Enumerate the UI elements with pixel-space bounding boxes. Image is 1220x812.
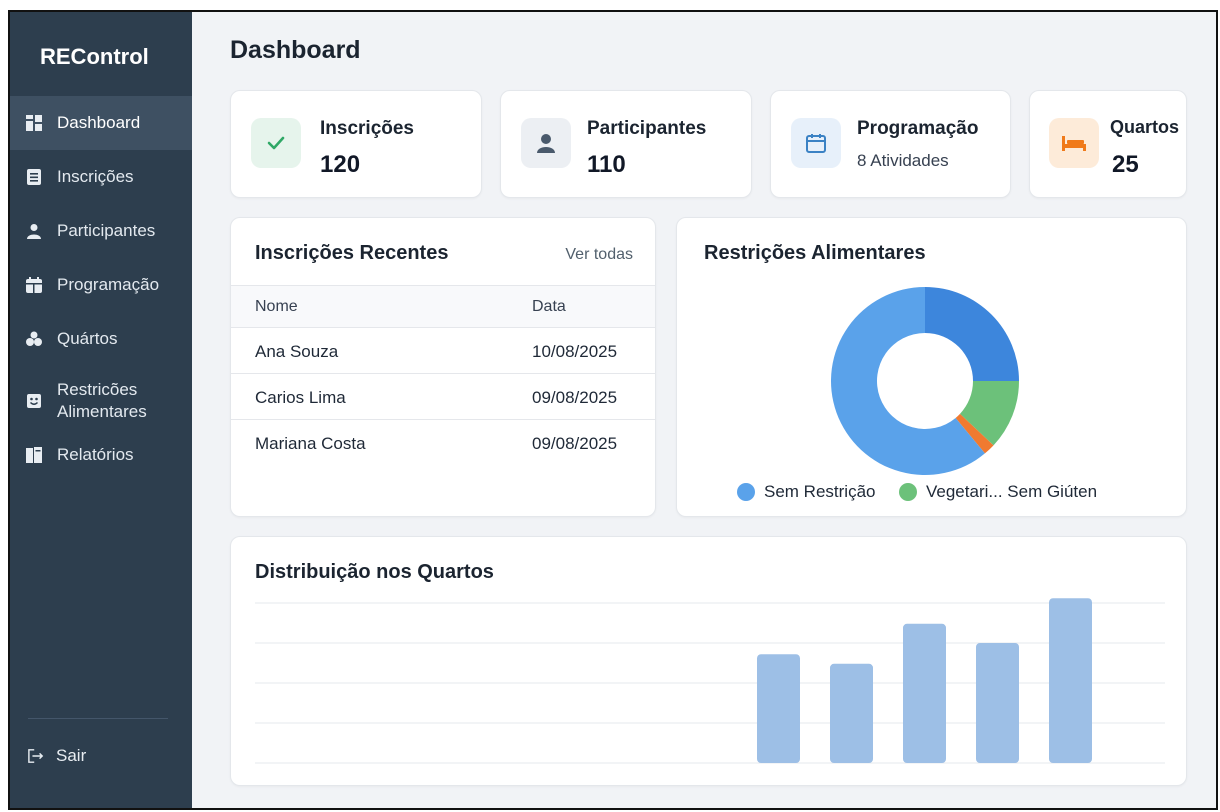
calendar-icon: [791, 118, 841, 168]
stat-card-participantes[interactable]: Participantes 110: [500, 90, 752, 198]
row-date: 09/08/2025: [532, 388, 618, 407]
stat-value: 25: [1112, 151, 1139, 178]
recent-title: Inscrições Recentes: [255, 242, 449, 264]
view-all-link[interactable]: Ver todas: [565, 246, 633, 264]
sidebar-item-quartos[interactable]: Quártos: [10, 312, 192, 366]
table-row[interactable]: Mariana Costa 09/08/2025: [231, 420, 655, 466]
bar-2: [903, 623, 946, 763]
bar-3: [976, 643, 1019, 763]
column-header-data: Data: [532, 298, 566, 315]
sidebar-item-label: Programação: [57, 275, 160, 294]
recent-registrations-card: Inscrições Recentes Ver todas Nome Data …: [230, 217, 656, 517]
food-icon: [26, 393, 42, 409]
sidebar-item-label: Restricões Alimentares: [57, 380, 147, 421]
sidebar-item-label: Dashboard: [57, 113, 141, 132]
sidebar-item-label: Quártos: [57, 329, 118, 348]
stat-card-inscricoes[interactable]: Inscrições 120: [230, 90, 482, 198]
dietary-restrictions-card: Restrições Alimentares Sem Restrição Veg…: [676, 217, 1187, 517]
sidebar-item-inscricoes[interactable]: Inscrições: [10, 150, 192, 204]
bar-0: [757, 654, 800, 763]
sidebar-divider: [28, 718, 168, 719]
person-icon: [521, 118, 571, 168]
stat-subtitle: 8 Atividades: [857, 151, 949, 170]
stat-value: 110: [587, 151, 626, 178]
sidebar-item-restricoes[interactable]: Restricões Alimentares: [10, 366, 192, 436]
donut-chart: [831, 287, 1019, 475]
sidebar-item-participantes[interactable]: Participantes: [10, 204, 192, 258]
row-name: Carios Lima: [255, 388, 346, 407]
row-date: 09/08/2025: [532, 434, 618, 453]
bed-icon: [1049, 118, 1099, 168]
users-icon: [26, 331, 42, 347]
user-icon: [26, 223, 42, 239]
sidebar: REControl Dashboard Inscrições Participa…: [10, 12, 192, 808]
bar-chart: [255, 598, 1165, 764]
sidebar-item-programacao[interactable]: Programação: [10, 258, 192, 312]
bar-4: [1049, 598, 1092, 763]
donut-slice-0: [925, 287, 1019, 381]
stat-title: Participantes: [587, 118, 707, 139]
check-icon: [251, 118, 301, 168]
sidebar-item-label: Relatórios: [57, 445, 134, 464]
grid-icon: [26, 115, 42, 131]
stat-title: Quartos: [1110, 117, 1180, 137]
table-header: Nome Data: [231, 285, 655, 328]
legend-item-vegetariano: Vegetari... Sem Giúten: [899, 482, 1097, 502]
legend-swatch: [899, 483, 917, 501]
column-header-nome: Nome: [255, 298, 298, 315]
logout-label: Sair: [56, 746, 87, 765]
legend-item-sem-restricao: Sem Restrição: [737, 482, 875, 502]
stat-value: 120: [320, 151, 361, 178]
logout-icon: [28, 748, 44, 764]
sidebar-item-label: Inscrições: [57, 167, 134, 186]
rooms-title: Distribuição nos Quartos: [255, 561, 494, 583]
calendar-icon: [26, 277, 42, 293]
diet-title: Restrições Alimentares: [704, 242, 926, 264]
bar-1: [830, 663, 873, 763]
legend-swatch: [737, 483, 755, 501]
book-icon: [26, 447, 42, 463]
stat-title: Inscrições: [320, 118, 414, 139]
row-name: Ana Souza: [255, 342, 339, 361]
legend-label: Sem Restrição: [764, 482, 876, 501]
logout-button[interactable]: Sair: [28, 746, 86, 766]
sidebar-item-label: Participantes: [57, 221, 156, 240]
sidebar-nav: Dashboard Inscrições Participantes Progr…: [10, 96, 192, 482]
list-icon: [26, 169, 42, 185]
sidebar-item-relatorios[interactable]: Relatórios: [10, 428, 192, 482]
legend-label: Vegetari... Sem Giúten: [926, 482, 1098, 501]
table-row[interactable]: Ana Souza 10/08/2025: [231, 328, 655, 374]
table-row[interactable]: Carios Lima 09/08/2025: [231, 374, 655, 420]
page-title: Dashboard: [230, 36, 361, 64]
room-distribution-card: Distribuição nos Quartos: [230, 536, 1187, 786]
row-date: 10/08/2025: [532, 342, 618, 361]
stat-card-quartos[interactable]: Quartos 25: [1029, 90, 1187, 198]
sidebar-item-dashboard[interactable]: Dashboard: [10, 96, 192, 150]
stat-card-programacao[interactable]: Programação 8 Atividades: [770, 90, 1011, 198]
main-content: Dashboard Inscrições 120 Participantes 1…: [192, 12, 1216, 808]
row-name: Mariana Costa: [255, 434, 366, 453]
app-window: REControl Dashboard Inscrições Participa…: [8, 10, 1218, 810]
brand-logo: REControl: [40, 44, 149, 69]
stat-title: Programação: [857, 118, 979, 139]
